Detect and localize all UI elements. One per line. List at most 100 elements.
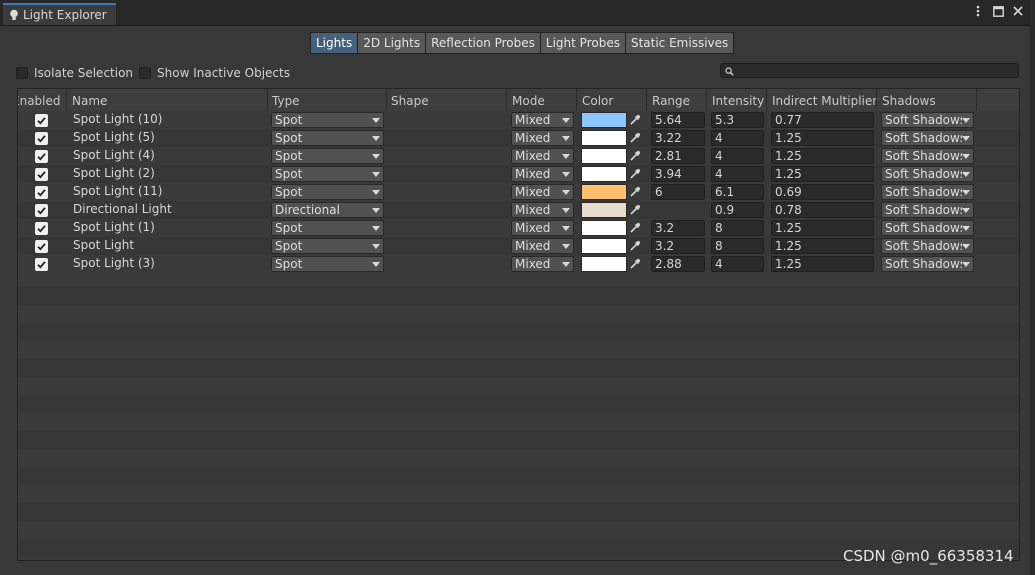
indirect-multiplier-field[interactable]: 0.69 <box>771 184 874 200</box>
window-tab[interactable]: Light Explorer <box>3 3 116 25</box>
eyedropper-icon[interactable] <box>629 112 643 128</box>
enabled-checkbox[interactable] <box>35 168 48 181</box>
shadows-dropdown[interactable]: Soft Shadows <box>881 184 974 200</box>
shadows-dropdown[interactable]: Soft Shadows <box>881 130 974 146</box>
intensity-field[interactable]: 5.3 <box>711 112 764 128</box>
light-name[interactable]: Spot Light (11) <box>73 184 163 200</box>
search-field[interactable] <box>720 63 1019 78</box>
eyedropper-icon[interactable] <box>629 166 643 182</box>
tab-static-emissives[interactable]: Static Emissives <box>624 32 735 54</box>
indirect-multiplier-field[interactable]: 0.77 <box>771 112 874 128</box>
header-enabled[interactable]: Enabled <box>18 94 66 108</box>
light-name[interactable]: Spot Light (2) <box>73 166 155 182</box>
type-dropdown[interactable]: Spot <box>271 220 384 236</box>
light-name[interactable]: Spot Light (5) <box>73 130 155 146</box>
intensity-field[interactable]: 4 <box>711 256 764 272</box>
color-swatch[interactable] <box>581 220 627 236</box>
shadows-dropdown[interactable]: Soft Shadows <box>881 220 974 236</box>
enabled-checkbox[interactable] <box>35 222 48 235</box>
range-field[interactable]: 3.2 <box>651 238 705 254</box>
table-row[interactable]: Spot Light (1) Spot Mixed 3.2 8 1.25 Soft Shad… <box>18 219 1019 237</box>
eyedropper-icon[interactable] <box>629 202 643 218</box>
intensity-field[interactable]: 6.1 <box>711 184 764 200</box>
color-swatch[interactable] <box>581 112 627 128</box>
shadows-dropdown[interactable]: Soft Shadows <box>881 238 974 254</box>
table-row[interactable]: Spot Light (2) Spot Mixed 3.94 4 1.25 Soft Sha… <box>18 165 1019 183</box>
enabled-checkbox[interactable] <box>35 204 48 217</box>
header-shadows[interactable]: Shadows <box>882 94 936 108</box>
type-dropdown[interactable]: Spot <box>271 148 384 164</box>
isolate-selection-checkbox[interactable] <box>16 67 28 79</box>
indirect-multiplier-field[interactable]: 1.25 <box>771 148 874 164</box>
table-row[interactable]: Spot Light (10) Spot Mixed 5.64 5.3 0.77 Soft … <box>18 111 1019 129</box>
header-intensity[interactable]: Intensity <box>712 94 764 108</box>
eyedropper-icon[interactable] <box>629 238 643 254</box>
type-dropdown[interactable]: Spot <box>271 238 384 254</box>
mode-dropdown[interactable]: Mixed <box>511 220 574 236</box>
enabled-checkbox[interactable] <box>35 186 48 199</box>
intensity-field[interactable]: 0.9 <box>711 202 764 218</box>
indirect-multiplier-field[interactable]: 1.25 <box>771 220 874 236</box>
header-type[interactable]: Type <box>272 94 300 108</box>
mode-dropdown[interactable]: Mixed <box>511 238 574 254</box>
header-indirect-multiplier[interactable]: Indirect Multiplier <box>772 94 877 108</box>
eyedropper-icon[interactable] <box>629 256 643 272</box>
mode-dropdown[interactable]: Mixed <box>511 166 574 182</box>
eyedropper-icon[interactable] <box>629 130 643 146</box>
shadows-dropdown[interactable]: Soft Shadows <box>881 112 974 128</box>
mode-dropdown[interactable]: Mixed <box>511 112 574 128</box>
table-row[interactable]: Spot Light Spot Mixed 3.2 8 1.25 Soft Shadows <box>18 237 1019 255</box>
range-field[interactable]: 5.64 <box>651 112 705 128</box>
tab-2d-lights[interactable]: 2D Lights <box>357 32 427 54</box>
header-shape[interactable]: Shape <box>391 94 429 108</box>
eyedropper-icon[interactable] <box>629 184 643 200</box>
light-name[interactable]: Directional Light <box>73 202 172 218</box>
intensity-field[interactable]: 8 <box>711 220 764 236</box>
color-swatch[interactable] <box>581 256 627 272</box>
light-name[interactable]: Spot Light (4) <box>73 148 155 164</box>
table-row[interactable]: Spot Light (11) Spot Mixed 6 6.1 0.69 Soft Sha… <box>18 183 1019 201</box>
header-name[interactable]: Name <box>72 94 107 108</box>
mode-dropdown[interactable]: Mixed <box>511 148 574 164</box>
range-field[interactable]: 3.94 <box>651 166 705 182</box>
light-name[interactable]: Spot Light <box>73 238 134 254</box>
table-row[interactable]: Spot Light (3) Spot Mixed 2.88 4 1.25 Soft Sha… <box>18 255 1019 273</box>
header-color[interactable]: Color <box>582 94 613 108</box>
mode-dropdown[interactable]: Mixed <box>511 202 574 218</box>
color-swatch[interactable] <box>581 166 627 182</box>
light-name[interactable]: Spot Light (10) <box>73 112 163 128</box>
color-swatch[interactable] <box>581 148 627 164</box>
eyedropper-icon[interactable] <box>629 148 643 164</box>
intensity-field[interactable]: 4 <box>711 148 764 164</box>
mode-dropdown[interactable]: Mixed <box>511 256 574 272</box>
search-input[interactable] <box>737 64 1015 77</box>
type-dropdown[interactable]: Spot <box>271 166 384 182</box>
mode-dropdown[interactable]: Mixed <box>511 184 574 200</box>
isolate-selection-option[interactable]: Isolate Selection <box>16 66 133 80</box>
header-mode[interactable]: Mode <box>512 94 545 108</box>
tab-light-probes[interactable]: Light Probes <box>539 32 626 54</box>
table-row[interactable]: Directional Light Directional Mixed 0.9 0.78… <box>18 201 1019 219</box>
range-field[interactable]: 2.88 <box>651 256 705 272</box>
tab-lights[interactable]: Lights <box>310 32 359 54</box>
shadows-dropdown[interactable]: Soft Shadows <box>881 148 974 164</box>
indirect-multiplier-field[interactable]: 0.78 <box>771 202 874 218</box>
range-field[interactable]: 2.81 <box>651 148 705 164</box>
shadows-dropdown[interactable]: Soft Shadows <box>881 202 974 218</box>
indirect-multiplier-field[interactable]: 1.25 <box>771 238 874 254</box>
light-name[interactable]: Spot Light (3) <box>73 256 155 272</box>
indirect-multiplier-field[interactable]: 1.25 <box>771 166 874 182</box>
shadows-dropdown[interactable]: Soft Shadows <box>881 166 974 182</box>
intensity-field[interactable]: 8 <box>711 238 764 254</box>
indirect-multiplier-field[interactable]: 1.25 <box>771 256 874 272</box>
color-swatch[interactable] <box>581 130 627 146</box>
color-swatch[interactable] <box>581 184 627 200</box>
intensity-field[interactable]: 4 <box>711 130 764 146</box>
shadows-dropdown[interactable]: Soft Shadows <box>881 256 974 272</box>
maximize-icon[interactable] <box>992 4 1004 18</box>
type-dropdown[interactable]: Spot <box>271 130 384 146</box>
intensity-field[interactable]: 4 <box>711 166 764 182</box>
table-row[interactable]: Spot Light (4) Spot Mixed 2.81 4 1.25 Soft Sha… <box>18 147 1019 165</box>
tab-reflection-probes[interactable]: Reflection Probes <box>425 32 541 54</box>
color-swatch[interactable] <box>581 238 627 254</box>
